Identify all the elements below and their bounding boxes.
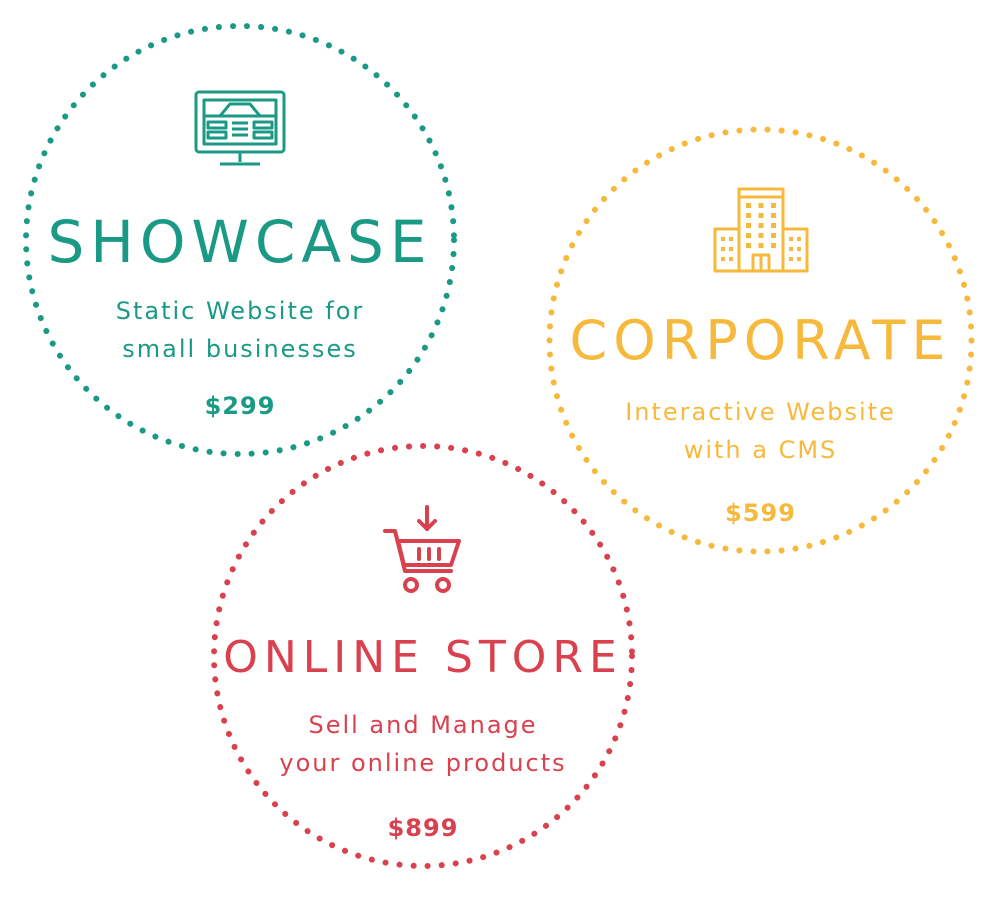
monitor-website-icon: [194, 90, 286, 166]
showcase-title: SHOWCASE: [47, 208, 433, 276]
showcase-description-line-2: small businesses: [122, 335, 358, 363]
online-store-description-line-1: Sell and Manage: [308, 711, 538, 739]
showcase-plan-card: SHOWCASE Static Website for small busine…: [20, 20, 460, 460]
online-store-description-line-2: your online products: [279, 749, 567, 777]
shopping-cart-icon: [383, 505, 461, 593]
showcase-price: $299: [204, 392, 276, 420]
showcase-description: Static Website for small businesses: [20, 292, 460, 368]
corporate-title: CORPORATE: [569, 309, 952, 372]
online-store-description: Sell and Manage your online products: [208, 706, 638, 782]
showcase-description-line-1: Static Website for: [115, 297, 365, 325]
online-store-plan-card: ONLINE STORE Sell and Manage your online…: [208, 440, 638, 872]
online-store-price: $899: [387, 814, 459, 842]
office-buildings-icon: [713, 187, 808, 273]
corporate-description-line-1: Interactive Website: [625, 398, 896, 426]
online-store-title: ONLINE STORE: [223, 632, 623, 683]
